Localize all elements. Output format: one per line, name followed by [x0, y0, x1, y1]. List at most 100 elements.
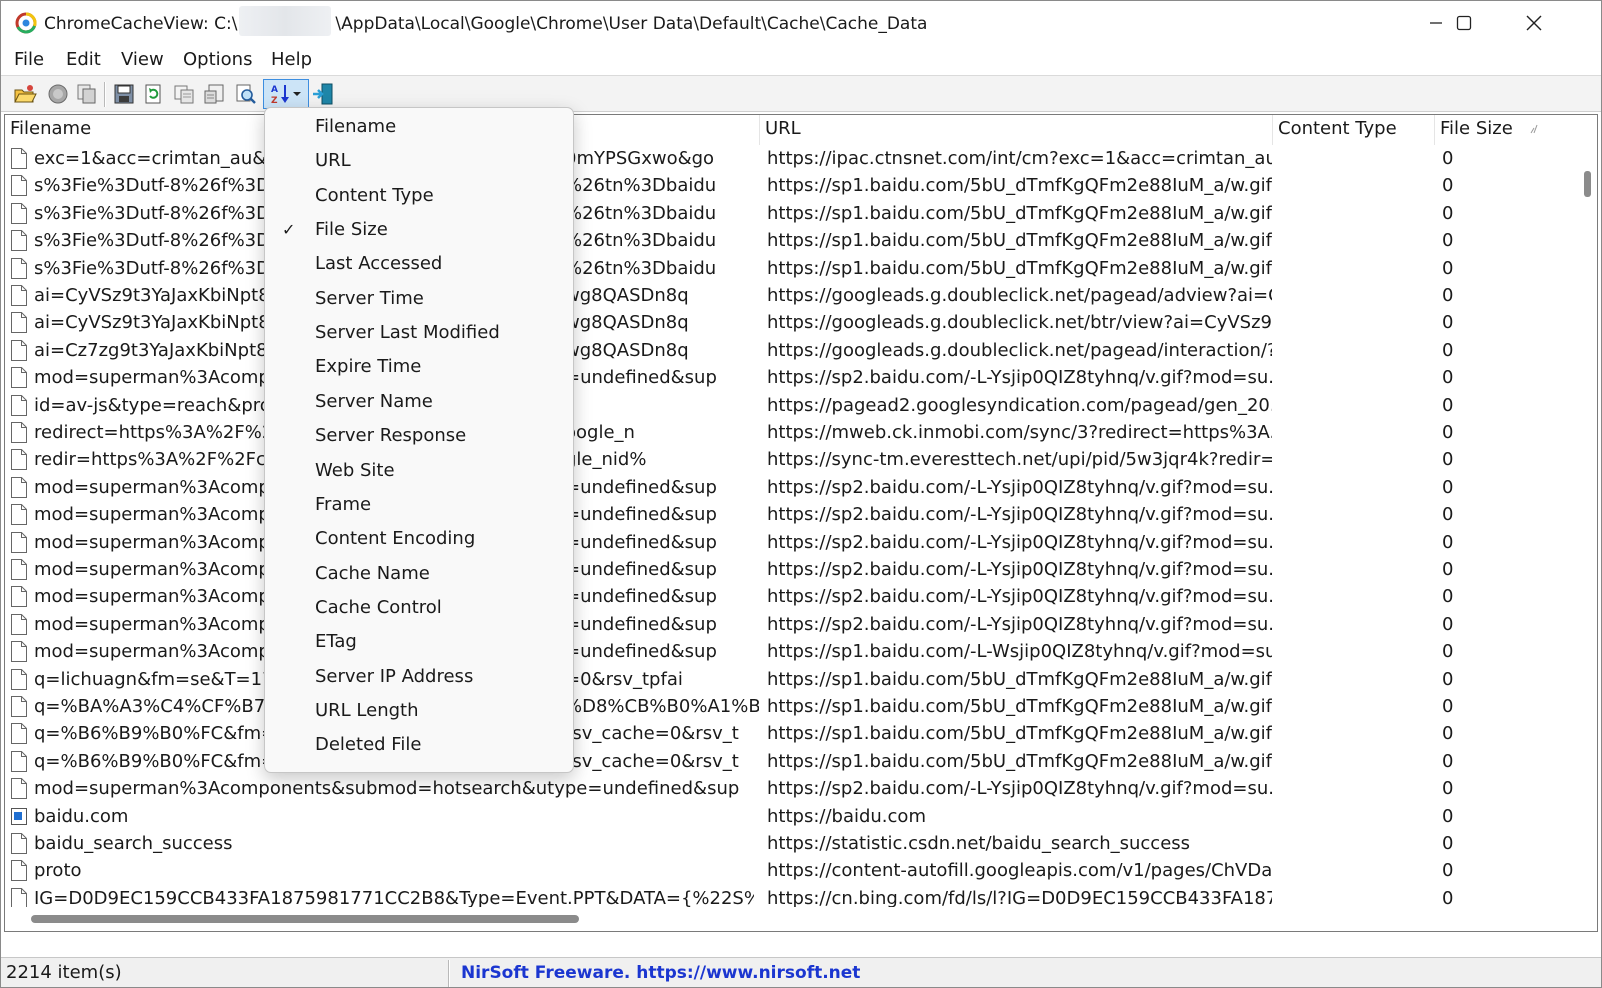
close-button[interactable]	[1499, 1, 1569, 45]
dropdown-item[interactable]: URL	[265, 144, 573, 178]
dropdown-item[interactable]: Frame	[265, 488, 573, 522]
dropdown-item[interactable]: Cache Name	[265, 557, 573, 591]
refresh-button[interactable]	[140, 81, 166, 107]
file-icon	[11, 230, 27, 252]
dropdown-item[interactable]: ✓ File Size	[265, 213, 573, 247]
cell-url: https://sp1.baidu.com/5bU_dTmfKgQFm2e88I…	[767, 175, 1272, 197]
stop-button[interactable]	[45, 81, 71, 107]
table-row[interactable]: mod=superman%3Acompo =undefined&sup https:…	[5, 529, 1565, 557]
open-folder-button[interactable]	[12, 81, 38, 107]
table-row[interactable]: s%3Fie%3Dutf-8%26f%3D3 %26tn%3Dbaidu https…	[5, 172, 1565, 200]
table-row[interactable]: proto https://content-autofill.googleapis…	[5, 857, 1565, 885]
cell-url: https://googleads.g.doubleclick.net/btr/…	[767, 312, 1272, 334]
column-header-url[interactable]: URL	[760, 115, 1273, 145]
nirsoft-link[interactable]: NirSoft Freeware. https://www.nirsoft.ne…	[461, 963, 860, 983]
dropdown-item[interactable]: Content Type	[265, 179, 573, 213]
dropdown-item[interactable]: ETag	[265, 625, 573, 659]
cell-file-size: 0	[1442, 668, 1454, 690]
cell-file-size: 0	[1442, 230, 1454, 252]
cell-url: https://sp2.baidu.com/-L-Ysjip0QIZ8tyhnq…	[767, 504, 1272, 526]
cell-filename: mod=superman%3Acompo	[34, 476, 266, 498]
table-row[interactable]: q=%B6%B9%B0%FC&fm=s rsv_cache=0&rsv_t http…	[5, 748, 1565, 776]
vertical-scrollbar[interactable]	[1579, 145, 1597, 905]
dropdown-item[interactable]: Server IP Address	[265, 660, 573, 694]
table-row[interactable]: mod=superman%3Acompo =undefined&sup https:…	[5, 611, 1565, 639]
file-icon	[11, 668, 27, 690]
sort-button[interactable]: AZ	[263, 79, 309, 109]
cell-filename: mod=superman%3Acompo	[34, 367, 266, 389]
dropdown-item[interactable]: Content Encoding	[265, 522, 573, 556]
table-row[interactable]: id=av-js&type=reach&pro https://pagead2.g…	[5, 392, 1565, 420]
maximize-button[interactable]	[1429, 1, 1499, 45]
dropdown-item[interactable]: Last Accessed	[265, 247, 573, 281]
copy-files-button[interactable]	[74, 81, 100, 107]
table-row[interactable]: mod=superman%3Acompo =undefined&sup https:…	[5, 501, 1565, 529]
table-row[interactable]: ai=CyVSz9t3YaJaxKbiNpt8I wg8QASDn8q https:…	[5, 309, 1565, 337]
table-row[interactable]: ai=CyVSz9t3YaJaxKbiNpt8I wg8QASDn8q https:…	[5, 282, 1565, 310]
dropdown-item[interactable]: Web Site	[265, 454, 573, 488]
menu-help[interactable]: Help	[269, 49, 314, 70]
dropdown-item[interactable]: Server Name	[265, 385, 573, 419]
table-row[interactable]: mod=superman%3Acompo =undefined&sup https:…	[5, 474, 1565, 502]
menu-file[interactable]: File	[12, 49, 46, 70]
table-row[interactable]: ai=Cz7zg9t3YaJaxKbiNpt8I wg8QASDn8q https:…	[5, 337, 1565, 365]
table-row[interactable]: mod=superman%3Acompo =undefined&sup https:…	[5, 556, 1565, 584]
find-button[interactable]	[233, 81, 259, 107]
dropdown-item[interactable]: Server Response	[265, 419, 573, 453]
dropdown-item[interactable]: Filename	[265, 110, 573, 144]
dropdown-item[interactable]: Cache Control	[265, 591, 573, 625]
cell-file-size: 0	[1442, 559, 1454, 580]
table-row[interactable]: s%3Fie%3Dutf-8%26f%3D3 %26tn%3Dbaidu https…	[5, 255, 1565, 283]
vertical-scrollbar-thumb[interactable]	[1584, 171, 1591, 197]
menu-edit[interactable]: Edit	[64, 49, 103, 70]
copy-icon	[174, 85, 194, 104]
cell-file-size: 0	[1442, 422, 1454, 443]
table-row[interactable]: exc=1&acc=crimtan_au&g 0mYPSGxwo&go https:…	[5, 145, 1565, 173]
title-bar[interactable]: ChromeCacheView: C:\ \AppData\Local\Googl…	[1, 1, 1601, 45]
column-header-content-type[interactable]: Content Type	[1273, 115, 1435, 145]
table-row[interactable]: q=lichuagn&fm=se&T=17 =0&rsv_tpfai https:/…	[5, 666, 1565, 694]
dropdown-item-label: Web Site	[315, 459, 395, 481]
file-icon	[11, 476, 27, 498]
horizontal-scrollbar[interactable]	[5, 907, 1577, 931]
save-button[interactable]	[111, 81, 137, 107]
dropdown-item[interactable]: Server Last Modified	[265, 316, 573, 350]
table-row[interactable]: s%3Fie%3Dutf-8%26f%3D3 %26tn%3Dbaidu https…	[5, 200, 1565, 228]
menu-options[interactable]: Options	[181, 49, 254, 70]
table-row[interactable]: mod=superman%3Acompo =undefined&sup https:…	[5, 364, 1565, 392]
table-row[interactable]: baidu_search_success https://statistic.cs…	[5, 830, 1565, 858]
table-row[interactable]: s%3Fie%3Dutf-8%26f%3D3 %26tn%3Dbaidu https…	[5, 227, 1565, 255]
column-header-file-size[interactable]: File Size	[1435, 115, 1545, 145]
table-row[interactable]: mod=superman%3Acomponents&submod=hotsear…	[5, 775, 1565, 803]
cell-url: https://googleads.g.doubleclick.net/page…	[767, 339, 1272, 361]
toolbar: AZ	[1, 75, 1601, 112]
dropdown-item[interactable]: URL Length	[265, 694, 573, 728]
cache-list-view[interactable]: Filename URL Content Type File Size exc=…	[4, 114, 1598, 932]
file-icon	[11, 887, 27, 909]
cell-file-size: 0	[1442, 586, 1454, 608]
copy-button[interactable]	[171, 81, 197, 107]
table-row[interactable]: q=%BA%A3%C4%CF%B7% %D8%CB%B0%A1%B... https…	[5, 693, 1565, 721]
dropdown-item[interactable]: Deleted File	[265, 728, 573, 762]
cell-filename: redir=https%3A%2F%2Fcm	[34, 449, 266, 471]
exit-button[interactable]	[310, 81, 336, 107]
cell-url: https://sp1.baidu.com/-L-Wsjip0QIZ8tyhnq…	[767, 641, 1272, 663]
cell-filename-tail: wg8QASDn8q	[565, 312, 689, 334]
cell-filename: mod=superman%3Acompo	[34, 586, 266, 608]
menu-view[interactable]: View	[119, 49, 166, 70]
dropdown-item[interactable]: Server Time	[265, 282, 573, 316]
table-row[interactable]: mod=superman%3Acompo =undefined&sup https:…	[5, 638, 1565, 666]
dropdown-item[interactable]: Expire Time	[265, 350, 573, 384]
svg-text:Z: Z	[271, 96, 278, 105]
table-row[interactable]: mod=superman%3Acompo =undefined&sup https:…	[5, 583, 1565, 611]
table-row[interactable]: redir=https%3A%2F%2Fcm gle_nid% https://sy…	[5, 446, 1565, 474]
table-row[interactable]: baidu.com https://baidu.com 0	[5, 803, 1565, 831]
dropdown-item-label: Last Accessed	[315, 253, 443, 275]
html-report-button[interactable]	[201, 81, 227, 107]
table-row[interactable]: q=%B6%B9%B0%FC&fm=s rsv_cache=0&rsv_t http…	[5, 720, 1565, 748]
horizontal-scrollbar-thumb[interactable]	[31, 915, 579, 923]
table-row[interactable]: redirect=https%3A%2F%2I oogle_n https://mw…	[5, 419, 1565, 447]
file-icon	[11, 833, 27, 854]
list-header: Filename URL Content Type File Size	[5, 115, 1575, 145]
file-icon	[11, 586, 27, 608]
